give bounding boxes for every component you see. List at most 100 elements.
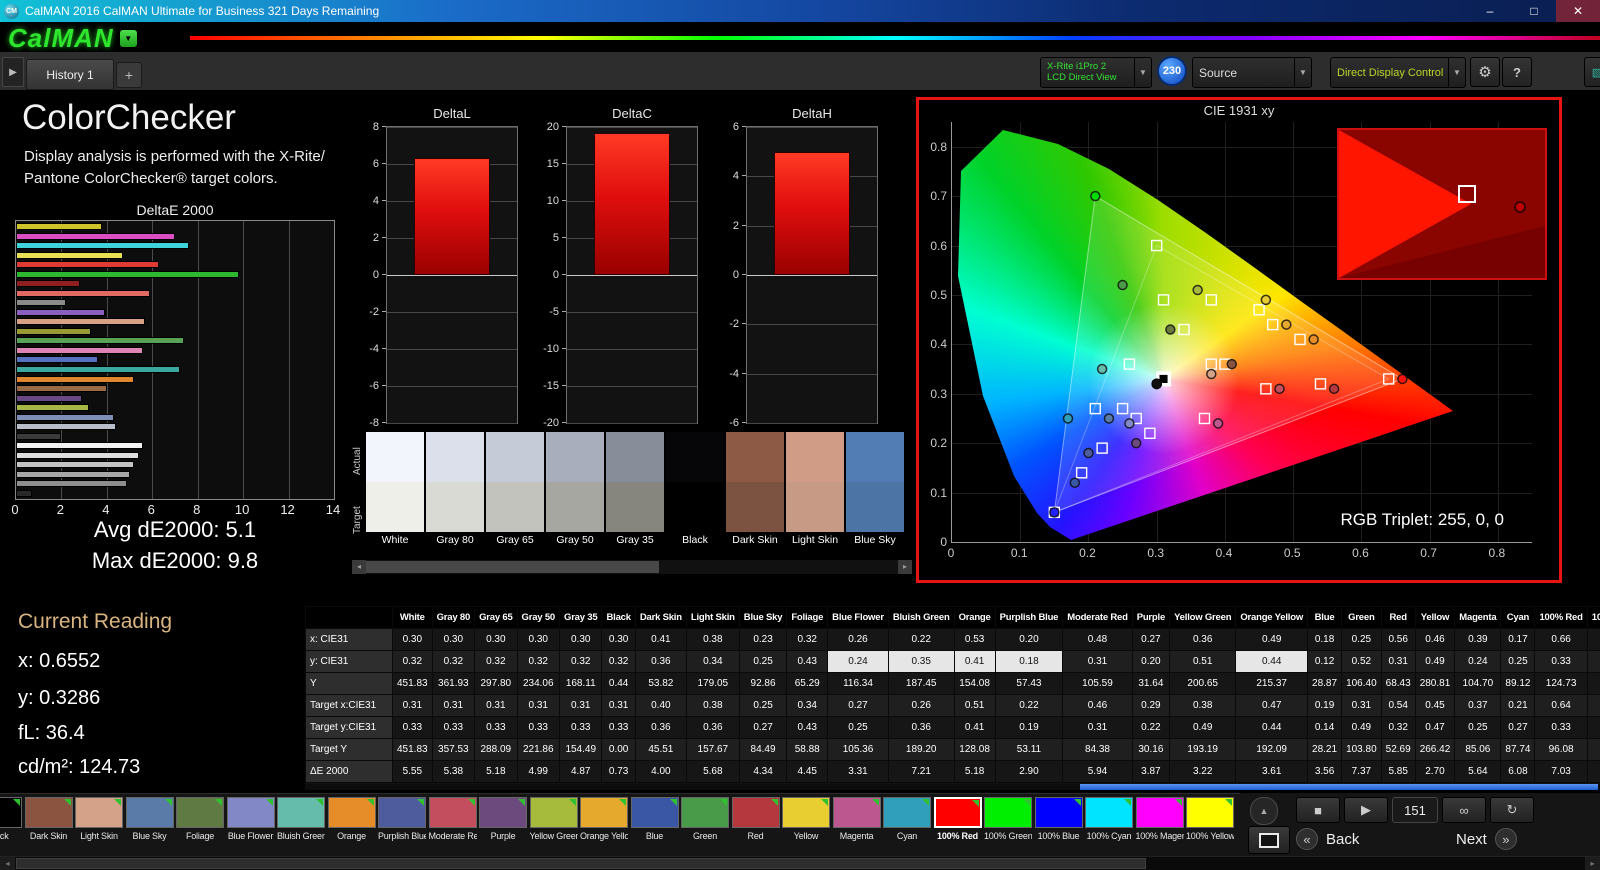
y-tick-label: -6 — [369, 380, 379, 392]
calman-logo[interactable]: CalMAN ▼ — [8, 23, 137, 54]
actual-swatch — [846, 432, 904, 482]
patch-tile-red[interactable]: Red — [731, 797, 780, 841]
scrollbar-thumb[interactable] — [366, 561, 659, 573]
help-button[interactable]: ? — [1502, 57, 1532, 87]
y-axis-labels: 20 15 10 5 0 -5 -10 -15 -20 — [532, 121, 562, 429]
actual-label: Actual — [352, 447, 363, 476]
y-tick-label: -10 — [543, 343, 559, 355]
table-cell: 0.45 — [1414, 694, 1456, 717]
table-cell: 192.09 — [1235, 738, 1309, 761]
table-scrollbar-thumb[interactable] — [1080, 784, 1598, 790]
table-cell: 0.64 — [1534, 694, 1588, 717]
patch-tile-purplish-blue[interactable]: Purplish Blue — [378, 797, 426, 841]
chevron-down-icon[interactable]: ▼ — [1448, 58, 1465, 87]
measured-point-bluish-green — [1096, 363, 1108, 375]
source-label: Source — [1199, 65, 1238, 80]
display-pattern-button[interactable] — [1248, 826, 1290, 854]
minimize-button[interactable]: – — [1468, 0, 1512, 22]
table-cell: 0.36 — [887, 716, 955, 739]
patch-tile-cyan[interactable]: Cyan — [883, 797, 931, 841]
patch-tile-yellow[interactable]: Yellow — [782, 797, 830, 841]
patch-tile-bluish-green[interactable]: Bluish Green — [277, 797, 325, 841]
patch-tile-orange[interactable]: Orange — [327, 797, 376, 841]
tab-history-1[interactable]: History 1 — [26, 59, 114, 90]
chevron-up-icon: ▲ — [1259, 806, 1269, 816]
table-scrollbar[interactable] — [305, 784, 1600, 790]
display-control-dropdown[interactable]: Direct Display Control ▼ — [1330, 57, 1466, 88]
patch-tile-100-red[interactable]: 100% Red — [933, 797, 982, 841]
window-scrollbar[interactable]: ◂ ▸ — [0, 856, 1600, 870]
collapse-panel-button[interactable]: ▲ — [1250, 797, 1278, 825]
logo-dropdown-icon[interactable]: ▼ — [119, 30, 137, 47]
patch-swatch — [1135, 797, 1184, 828]
column-header: Cyan — [1500, 606, 1536, 629]
table-cell: 4.00 — [634, 760, 687, 783]
scroll-left-icon[interactable]: ◂ — [352, 560, 366, 574]
patch-tile-purple[interactable]: Purple — [479, 797, 527, 841]
check-mark-icon — [1073, 799, 1081, 806]
table-cell: 85.06 — [1454, 738, 1502, 761]
panel-arrow-button[interactable]: ▶ — [2, 57, 24, 87]
patch-tile-yellow-green[interactable]: Yellow Green — [529, 797, 578, 841]
maximize-button[interactable]: □ — [1512, 0, 1556, 22]
scroll-right-icon[interactable]: ▸ — [898, 560, 912, 574]
table-cell: 0.44 — [601, 672, 636, 695]
delta-bar — [414, 158, 490, 275]
swatch-compare-scrollbar[interactable]: ◂ ▸ — [352, 560, 912, 574]
row-label: x: CIE31 — [305, 628, 393, 651]
target-swatch — [546, 482, 604, 532]
scroll-right-icon[interactable]: ▸ — [1585, 857, 1600, 870]
patch-tile-100-magenta[interactable]: 100% Magenta — [1135, 797, 1184, 841]
patch-tile-magenta[interactable]: Magenta — [832, 797, 881, 841]
check-mark-icon — [669, 799, 677, 806]
window-scrollbar-thumb[interactable] — [16, 858, 1146, 869]
patch-tile-orange-yellow[interactable]: Orange Yellow — [580, 797, 628, 841]
table-cell: 0.31 — [431, 694, 476, 717]
table-cell: 106.40 — [1341, 672, 1382, 695]
table-cell: 52.69 — [1380, 738, 1416, 761]
stop-button[interactable]: ■ — [1296, 797, 1340, 823]
meter-dropdown[interactable]: X-Rite i1Pro 2 LCD Direct View ▼ — [1040, 57, 1152, 88]
cie-x-axis-labels: 0 0.1 0.2 0.3 0.4 0.5 0.6 0.7 0.8 — [948, 546, 1531, 562]
back-button[interactable]: « Back — [1296, 826, 1359, 852]
table-cell: 0.31 — [1341, 694, 1382, 717]
toolbar-cut-button[interactable]: ▧ — [1584, 57, 1600, 87]
source-dropdown[interactable]: Source ▼ — [1192, 57, 1312, 88]
add-tab-button[interactable]: + — [116, 62, 142, 88]
patch-tile-black[interactable]: Black — [0, 797, 22, 841]
refresh-button[interactable]: ↻ — [1490, 797, 1534, 823]
patch-tile-100-yellow[interactable]: 100% Yellow — [1186, 797, 1234, 841]
patch-tile-blue[interactable]: Blue — [630, 797, 679, 841]
check-mark-icon — [13, 799, 20, 806]
patch-tile-100-blue[interactable]: 100% Blue — [1034, 797, 1083, 841]
scrollbar-track[interactable] — [366, 560, 898, 574]
patch-tile-moderate-red[interactable]: Moderate Red — [428, 797, 477, 841]
measured-point-cyan — [1062, 413, 1074, 424]
patch-tile-blue-sky[interactable]: Blue Sky — [125, 797, 174, 841]
patch-tile-blue-flower[interactable]: Blue Flower — [226, 797, 275, 841]
x-tick-label: 0.1 — [1010, 546, 1028, 560]
scroll-left-icon[interactable]: ◂ — [0, 857, 15, 870]
table-cell: 0.44 — [1235, 650, 1309, 673]
table-cell: 0.32 — [786, 628, 829, 651]
page-description-line2: Pantone ColorChecker® target colors. — [24, 169, 278, 187]
patch-tile-100-green[interactable]: 100% Green — [984, 797, 1032, 841]
chevron-down-icon[interactable]: ▼ — [1294, 58, 1311, 87]
next-button[interactable]: Next » — [1456, 826, 1517, 852]
x-tick-label: 0.2 — [1079, 546, 1096, 560]
deltae-bar-row — [16, 232, 334, 240]
settings-button[interactable]: ⚙ — [1470, 57, 1500, 87]
patch-tile-green[interactable]: Green — [681, 797, 729, 841]
tick-mark — [382, 311, 386, 312]
table-cell: 65.29 — [786, 672, 829, 695]
patch-tile-light-skin[interactable]: Light Skin — [75, 797, 123, 841]
patch-tile-foliage[interactable]: Foliage — [176, 797, 224, 841]
continuous-read-button[interactable]: ∞ — [1442, 797, 1486, 823]
patch-tile-dark-skin[interactable]: Dark Skin — [24, 797, 73, 841]
check-mark-icon — [518, 799, 525, 806]
chevron-down-icon[interactable]: ▼ — [1134, 58, 1151, 87]
close-button[interactable]: ✕ — [1556, 0, 1600, 22]
table-cell: 6.08 — [1500, 760, 1536, 783]
patch-tile-100-cyan[interactable]: 100% Cyan — [1085, 797, 1133, 841]
play-button[interactable]: ▶ — [1344, 797, 1388, 823]
